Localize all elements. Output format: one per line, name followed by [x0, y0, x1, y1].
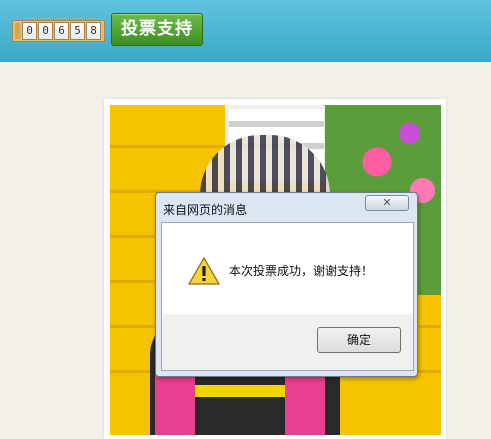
warning-icon: [188, 257, 220, 285]
dialog-content: 本次投票成功，谢谢支持！ 确定: [161, 222, 414, 371]
vote-button[interactable]: 投票支持: [111, 13, 203, 46]
ok-button[interactable]: 确定: [317, 327, 401, 353]
window-bar: [229, 121, 324, 127]
close-icon: ✕: [382, 196, 392, 209]
counter-digit: 5: [70, 22, 85, 40]
counter-digit: 8: [86, 22, 101, 40]
counter-cap: [15, 23, 20, 39]
alert-dialog: 来自网页的消息 ✕ 本次投票成功，谢谢支持！ 确定: [155, 192, 418, 377]
counter-digit: 6: [54, 22, 69, 40]
photo-shirt-stripe: [195, 385, 285, 397]
vote-counter: 0 0 6 5 8: [12, 20, 105, 42]
dialog-title: 来自网页的消息: [163, 203, 248, 217]
counter-digit: 0: [38, 22, 53, 40]
counter-digit: 0: [22, 22, 37, 40]
close-button[interactable]: ✕: [365, 195, 409, 211]
dialog-message: 本次投票成功，谢谢支持！: [229, 264, 374, 278]
top-banner: 0 0 6 5 8 投票支持: [0, 0, 491, 62]
